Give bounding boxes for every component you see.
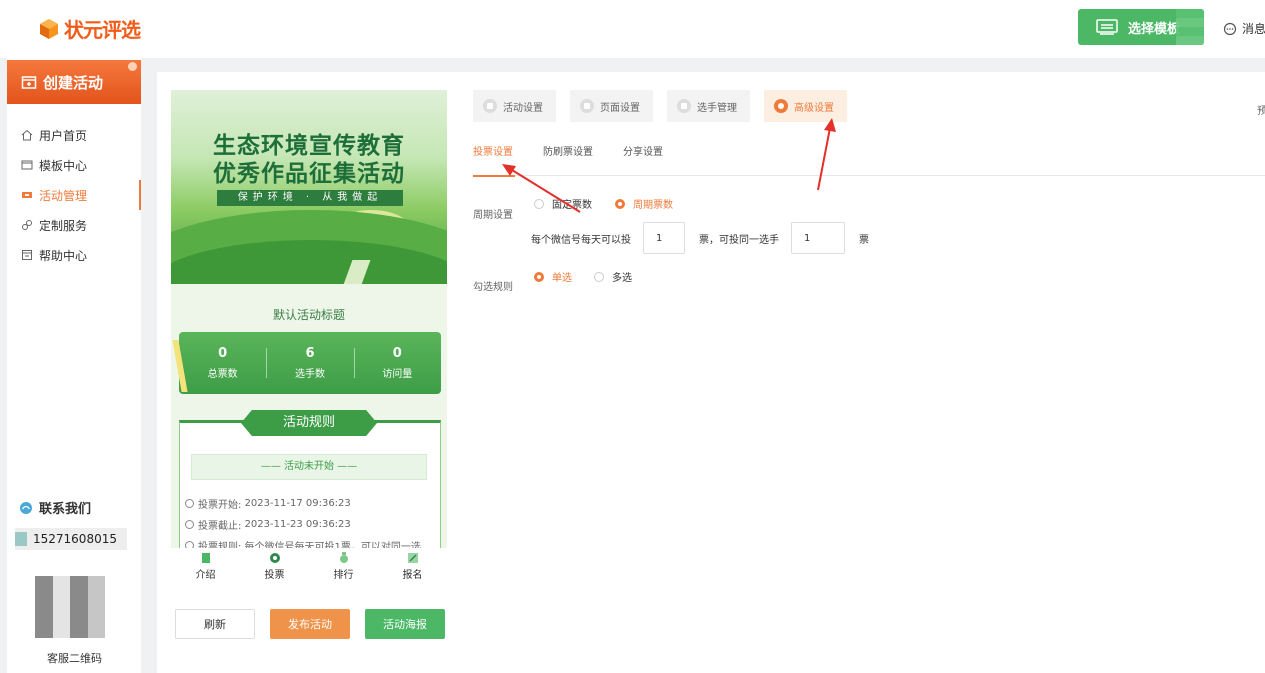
sidebar-item-activity-management[interactable]: 活动管理 <box>7 180 141 210</box>
stat-contestants: 6 选手数 <box>266 346 353 380</box>
tab-advanced-settings[interactable]: 高级设置 <box>764 90 847 122</box>
sidebar-item-label: 定制服务 <box>39 218 88 233</box>
stat-total-votes: 0 总票数 <box>207 346 238 380</box>
tab-intro[interactable]: 介绍 <box>171 548 240 586</box>
tab-page-settings[interactable]: 页面设置 <box>570 90 653 122</box>
sidebar-item-help[interactable]: 帮助中心 <box>7 240 141 270</box>
settings-tabs: 活动设置 页面设置 选手管理 高级设置 <box>473 90 861 122</box>
vote-start-line: 投票开始: 2023-11-17 09:36:23 <box>185 496 351 511</box>
sidebar-item-label: 帮助中心 <box>39 248 88 263</box>
messages-link[interactable]: 消息 <box>1223 20 1265 37</box>
top-header: 状元评选 选择模板 消息 <box>0 0 1265 58</box>
tab-activity-settings[interactable]: 活动设置 <box>473 90 556 122</box>
contact-label: 联系我们 <box>39 502 92 517</box>
sidebar-item-label: 用户首页 <box>39 128 88 143</box>
radio-fixed-votes[interactable]: 固定票数 <box>534 196 592 211</box>
mobile-preview[interactable]: 生态环境宣传教育 优秀作品征集活动 保护环境 · 从我做起 默认活动标题 0 总… <box>171 90 447 548</box>
tab-vote-settings[interactable]: 投票设置 <box>473 146 515 177</box>
tab-signup[interactable]: 报名 <box>378 548 447 586</box>
contact-us: 联系我们 <box>19 498 91 517</box>
intro-icon <box>201 553 210 563</box>
activity-title: 默认活动标题 <box>272 308 345 322</box>
rules-title: 活动规则 <box>241 410 377 436</box>
logo[interactable]: 状元评选 <box>38 14 141 43</box>
radio-periodic-votes[interactable]: 周期票数 <box>615 196 673 211</box>
advanced-sub-tabs: 投票设置 防刷票设置 分享设置 <box>473 146 1265 177</box>
radio-circle <box>615 198 625 209</box>
link-icon <box>22 220 32 230</box>
sidebar-item-custom-service[interactable]: 定制服务 <box>7 210 141 240</box>
sidebar-nav: 用户首页 模板中心 活动管理 定制服务 帮助中心 <box>7 120 141 270</box>
template-icon <box>21 160 33 170</box>
action-buttons: 刷新 发布活动 活动海报 <box>175 609 460 639</box>
poster-button[interactable]: 活动海报 <box>365 609 445 639</box>
headset-icon <box>20 501 32 514</box>
period-label: 周期设置 <box>473 210 513 221</box>
settings-icon <box>483 99 497 113</box>
tab-ranking[interactable]: 排行 <box>309 548 378 586</box>
sidebar-item-label: 活动管理 <box>39 188 88 203</box>
stat-visits: 0 访问量 <box>353 346 441 380</box>
tab-share-settings[interactable]: 分享设置 <box>623 146 663 176</box>
activity-status: —— 活动未开始 —— <box>191 454 427 480</box>
refresh-button[interactable]: 刷新 <box>175 609 255 639</box>
template-icon <box>1096 19 1118 35</box>
book-icon <box>22 250 32 260</box>
logo-icon <box>40 18 58 39</box>
clock-icon <box>185 541 194 548</box>
sidebar-item-home[interactable]: 用户首页 <box>7 120 141 150</box>
sidebar: 创建活动 用户首页 模板中心 活动管理 定制服务 帮助中心 联系我们 15271… <box>7 58 141 673</box>
daily-votes-input[interactable] <box>643 222 685 254</box>
preview-link[interactable]: 预 <box>1257 102 1265 117</box>
stats-panel: 0 总票数 6 选手数 0 访问量 <box>179 332 441 394</box>
qr-code <box>35 576 105 638</box>
radio-circle <box>534 198 544 209</box>
qr-label: 客服二维码 <box>47 652 102 665</box>
same-player-votes-input[interactable] <box>791 222 845 254</box>
edit-icon <box>407 553 418 563</box>
logo-text: 状元评选 <box>64 18 141 42</box>
vote-end-line: 投票截止: 2023-11-23 09:36:23 <box>185 517 351 532</box>
radio-circle <box>594 271 604 282</box>
select-template-button[interactable]: 选择模板 <box>1078 9 1204 45</box>
create-activity-label: 创建活动 <box>43 73 104 92</box>
banner-title-line-2: 优秀作品征集活动 <box>213 161 405 187</box>
vote-rule-line: 投票规则: 每个微信号每天可投1票，可以对同一选 <box>185 538 421 548</box>
clock-icon <box>185 520 194 529</box>
radio-multi-select[interactable]: 多选 <box>594 269 632 284</box>
radio-single-select[interactable]: 单选 <box>534 269 572 284</box>
vote-icon <box>269 553 280 563</box>
main-content: 生态环境宣传教育 优秀作品征集活动 保护环境 · 从我做起 默认活动标题 0 总… <box>157 72 1265 673</box>
target-icon <box>774 99 788 113</box>
create-icon <box>21 76 37 89</box>
chat-icon <box>1223 22 1237 35</box>
sparkle-decoration <box>128 62 137 71</box>
ticket-icon <box>22 192 32 198</box>
radio-circle <box>534 271 544 282</box>
clock-icon <box>185 499 194 508</box>
daily-vote-row: 每个微信号每天可以投 票，可投同一选手 票 <box>531 222 869 254</box>
users-icon <box>677 99 691 113</box>
sidebar-item-templates[interactable]: 模板中心 <box>7 150 141 180</box>
home-icon <box>21 129 33 141</box>
selection-rule-label: 勾选规则 <box>473 282 513 293</box>
publish-button[interactable]: 发布活动 <box>270 609 350 639</box>
sidebar-item-label: 模板中心 <box>39 158 88 173</box>
tab-player-management[interactable]: 选手管理 <box>667 90 750 122</box>
activity-banner: 生态环境宣传教育 优秀作品征集活动 保护环境 · 从我做起 <box>171 90 447 284</box>
button-decoration <box>1176 9 1204 45</box>
preview-tabbar: 介绍 投票 排行 报名 <box>171 548 447 586</box>
messages-label: 消息 <box>1242 22 1265 36</box>
phone-number: 15271608015 <box>15 528 127 550</box>
select-template-label: 选择模板 <box>1128 21 1181 37</box>
medal-icon <box>339 552 348 563</box>
tab-vote[interactable]: 投票 <box>240 548 309 586</box>
tab-anti-fraud-settings[interactable]: 防刷票设置 <box>543 146 593 176</box>
page-icon <box>580 99 594 113</box>
banner-slogan: 保护环境 · 从我做起 <box>217 190 403 206</box>
create-activity-button[interactable]: 创建活动 <box>7 60 141 104</box>
